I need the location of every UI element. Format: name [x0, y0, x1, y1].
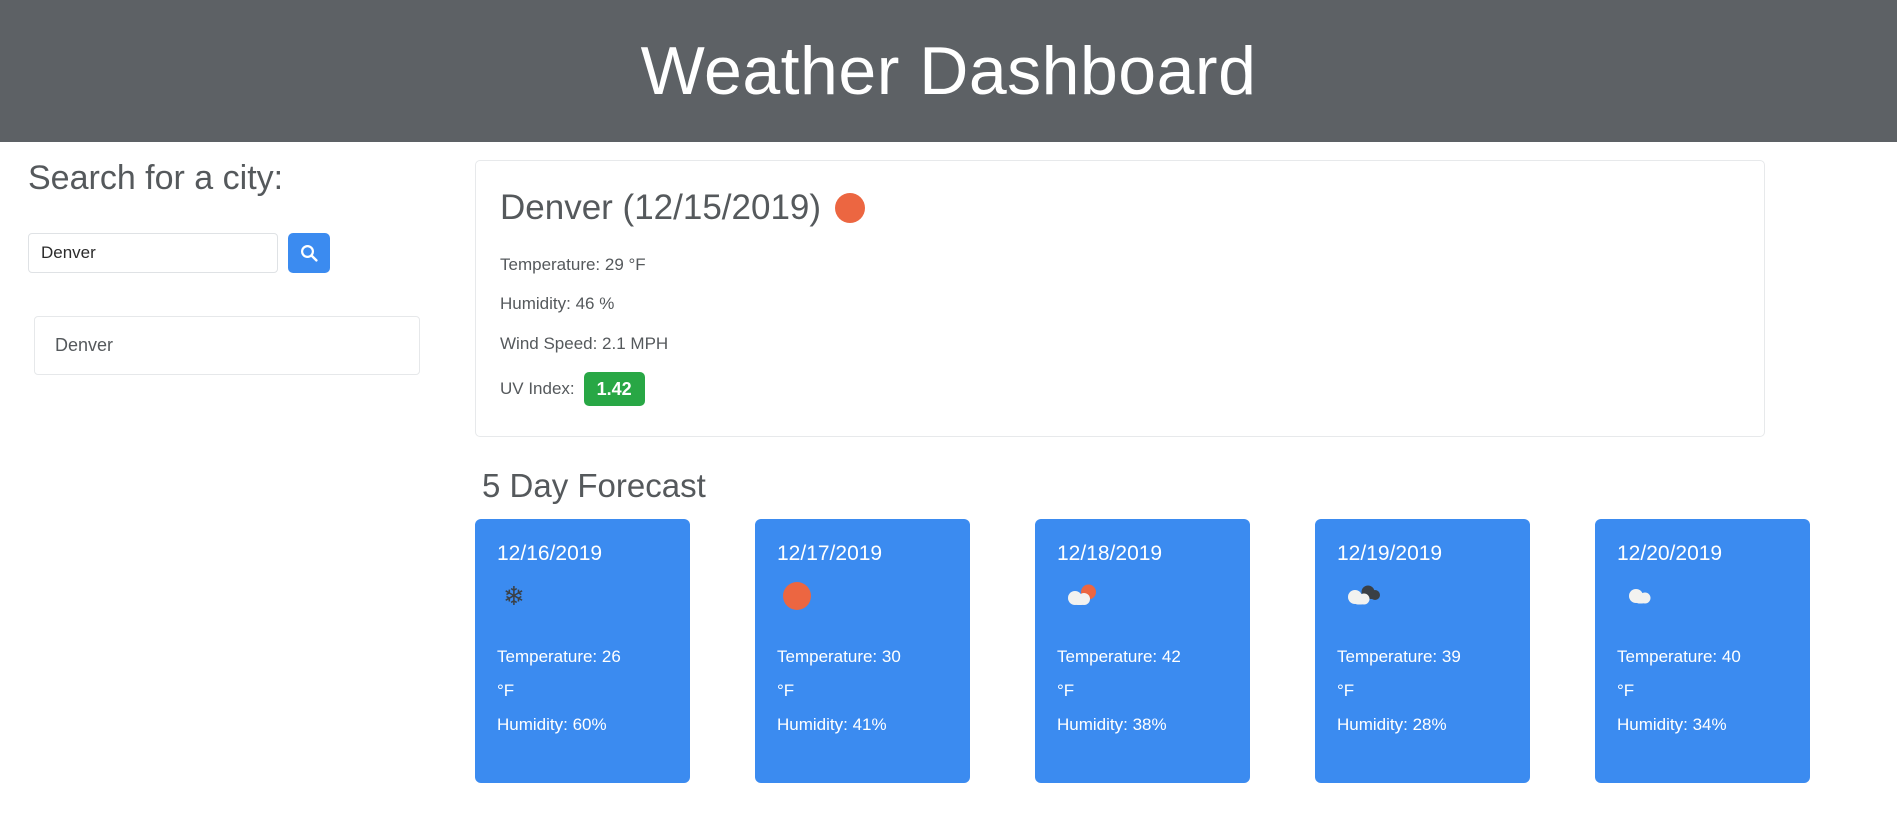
forecast-humidity: Humidity: 34%	[1617, 714, 1727, 734]
forecast-date: 12/16/2019	[497, 541, 603, 565]
page-header: Weather Dashboard	[0, 0, 1897, 142]
forecast-card: 12/17/2019 Temperature: 30 °F Humidity: …	[755, 518, 970, 783]
forecast-card: 12/16/2019 ❄ Temperature: 26 °F Humidity…	[475, 518, 690, 783]
snowflake-icon: ❄	[503, 580, 525, 611]
forecast-temperature: Temperature: 40 °F	[1617, 646, 1741, 700]
forecast-title: 5 Day Forecast	[482, 466, 706, 504]
current-city-heading: Denver (12/15/2019)	[500, 188, 822, 227]
search-history-list: Denver	[34, 316, 420, 376]
forecast-card: 12/19/2019 Temperature: 39 °F Humidity: …	[1315, 518, 1530, 783]
forecast-temperature: Temperature: 26 °F	[497, 646, 621, 700]
history-item-denver[interactable]: Denver	[35, 317, 419, 375]
search-panel: Search for a city: Denver	[0, 159, 470, 376]
uv-index-badge: 1.42	[583, 371, 645, 406]
forecast-date: 12/20/2019	[1617, 541, 1723, 565]
page-title: Weather Dashboard	[640, 33, 1257, 109]
uv-index-label: UV Index:	[500, 378, 575, 398]
forecast-row: 12/16/2019 ❄ Temperature: 26 °F Humidity…	[475, 518, 1897, 783]
forecast-card: 12/20/2019 Temperature: 40 °F Humidity: …	[1595, 518, 1810, 783]
forecast-date: 12/19/2019	[1337, 541, 1443, 565]
search-button[interactable]	[288, 233, 330, 274]
search-heading: Search for a city:	[28, 159, 284, 197]
broken-clouds-icon	[1337, 578, 1508, 614]
cloud-icon	[1617, 578, 1788, 614]
weather-panel: Denver (12/15/2019) Temperature: 29 °F H…	[470, 160, 1897, 783]
sun-behind-cloud-icon	[1057, 578, 1228, 614]
forecast-humidity: Humidity: 38%	[1057, 714, 1167, 734]
forecast-humidity: Humidity: 28%	[1337, 714, 1447, 734]
search-input[interactable]	[28, 233, 278, 274]
sun-icon	[835, 193, 866, 223]
forecast-date: 12/18/2019	[1057, 541, 1163, 565]
search-form	[28, 233, 450, 274]
page-body: Search for a city: Denver Denver (12/15/…	[0, 142, 1897, 783]
forecast-card: 12/18/2019 Temperature: 42 °F Humidity: …	[1035, 518, 1250, 783]
current-weather-header: Denver (12/15/2019)	[500, 187, 1740, 229]
search-icon	[299, 243, 319, 263]
current-humidity: Humidity: 46 %	[500, 294, 615, 314]
forecast-temperature: Temperature: 39 °F	[1337, 646, 1461, 700]
forecast-temperature: Temperature: 30 °F	[777, 646, 901, 700]
current-temperature: Temperature: 29 °F	[500, 255, 646, 274]
sun-icon	[777, 578, 948, 614]
forecast-humidity: Humidity: 41%	[777, 714, 887, 734]
current-uv-index-row: UV Index: 1.42	[500, 363, 1740, 406]
current-weather-card: Denver (12/15/2019) Temperature: 29 °F H…	[475, 160, 1765, 437]
forecast-temperature: Temperature: 42 °F	[1057, 646, 1181, 700]
forecast-date: 12/17/2019	[777, 541, 883, 565]
forecast-humidity: Humidity: 60%	[497, 714, 607, 734]
current-wind-speed: Wind Speed: 2.1 MPH	[500, 333, 669, 353]
